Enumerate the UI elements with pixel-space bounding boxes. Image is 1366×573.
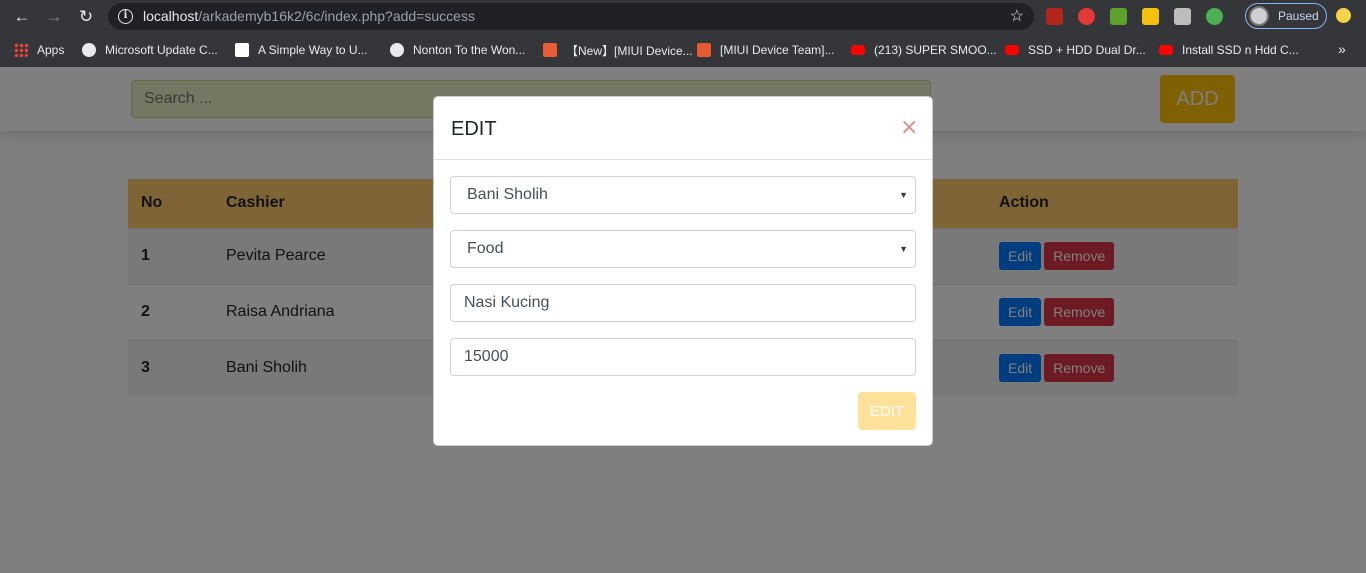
url-text[interactable]: localhost/arkademyb16k2/6c/index.php?add… — [143, 8, 475, 24]
browser-toolbar: ← → ↻ i localhost/arkademyb16k2/6c/index… — [0, 0, 1366, 33]
product-name-value: Nasi Kucing — [464, 294, 550, 311]
edit-submit-button[interactable]: EDIT — [858, 392, 916, 430]
bookmark-nonton[interactable]: Nonton To the Won... — [390, 41, 525, 59]
browser-menu-icon[interactable] — [1336, 8, 1351, 23]
category-select-value: Food — [467, 240, 504, 257]
youtube-icon — [1005, 45, 1019, 55]
chevron-down-icon: ▼ — [899, 244, 908, 254]
youtube-icon — [851, 45, 865, 55]
price-field[interactable]: 15000 — [450, 338, 916, 376]
address-bar[interactable]: i localhost/arkademyb16k2/6c/index.php?a… — [108, 3, 1034, 30]
leaf-extension-icon[interactable] — [1206, 8, 1223, 25]
bookmark-star-icon[interactable]: ☆ — [1010, 6, 1024, 26]
bookmark-miui-new[interactable]: 【New】[MIUI Device... — [543, 41, 693, 59]
price-value: 15000 — [464, 348, 509, 365]
bookmark-simple-way[interactable]: A Simple Way to U... — [235, 41, 368, 59]
bookmarks-overflow-icon[interactable]: » — [1338, 41, 1346, 57]
modal-title: EDIT — [451, 118, 497, 140]
edit-modal: EDIT × Bani Sholih ▼ Food ▼ Nasi Kucing … — [433, 96, 933, 446]
apps-grid-icon — [14, 43, 28, 57]
category-select[interactable]: Food ▼ — [450, 230, 916, 268]
pdf-extension-icon[interactable] — [1046, 8, 1063, 25]
miui-icon — [697, 43, 711, 57]
product-name-field[interactable]: Nasi Kucing — [450, 284, 916, 322]
miui-icon — [543, 43, 557, 57]
cashier-select-value: Bani Sholih — [467, 186, 548, 203]
profile-button[interactable]: Paused — [1245, 3, 1327, 29]
reload-icon[interactable]: ↻ — [75, 6, 97, 28]
bookmark-install-ssd[interactable]: Install SSD n Hdd C... — [1159, 41, 1299, 59]
bookmark-apps[interactable]: Apps — [14, 41, 64, 59]
chevron-down-icon: ▼ — [899, 190, 908, 200]
vue-extension-icon[interactable] — [1142, 8, 1159, 25]
avatar — [1249, 6, 1269, 26]
forward-icon[interactable]: → — [43, 6, 65, 28]
profile-status: Paused — [1278, 9, 1319, 23]
page-icon — [235, 43, 249, 57]
modal-header: EDIT × — [434, 97, 932, 160]
cors-extension-icon[interactable] — [1110, 8, 1127, 25]
browser-chrome: ← → ↻ i localhost/arkademyb16k2/6c/index… — [0, 0, 1366, 67]
close-icon[interactable]: × — [900, 115, 918, 140]
adblock-extension-icon[interactable] — [1078, 8, 1095, 25]
cashier-select[interactable]: Bani Sholih ▼ — [450, 176, 916, 214]
cube-extension-icon[interactable] — [1174, 8, 1191, 25]
bookmarks-bar: Apps Microsoft Update C... A Simple Way … — [0, 33, 1366, 67]
bookmark-microsoft-update[interactable]: Microsoft Update C... — [82, 41, 218, 59]
info-icon[interactable]: i — [118, 9, 133, 24]
globe-icon — [82, 43, 96, 57]
bookmark-ssd-hdd[interactable]: SSD + HDD Dual Dr... — [1005, 41, 1146, 59]
bookmark-miui-team[interactable]: [MIUI Device Team]... — [697, 41, 834, 59]
bookmark-super-smooth[interactable]: (213) SUPER SMOO... — [851, 41, 997, 59]
youtube-icon — [1159, 45, 1173, 55]
globe-icon — [390, 43, 404, 57]
back-icon[interactable]: ← — [11, 6, 33, 28]
